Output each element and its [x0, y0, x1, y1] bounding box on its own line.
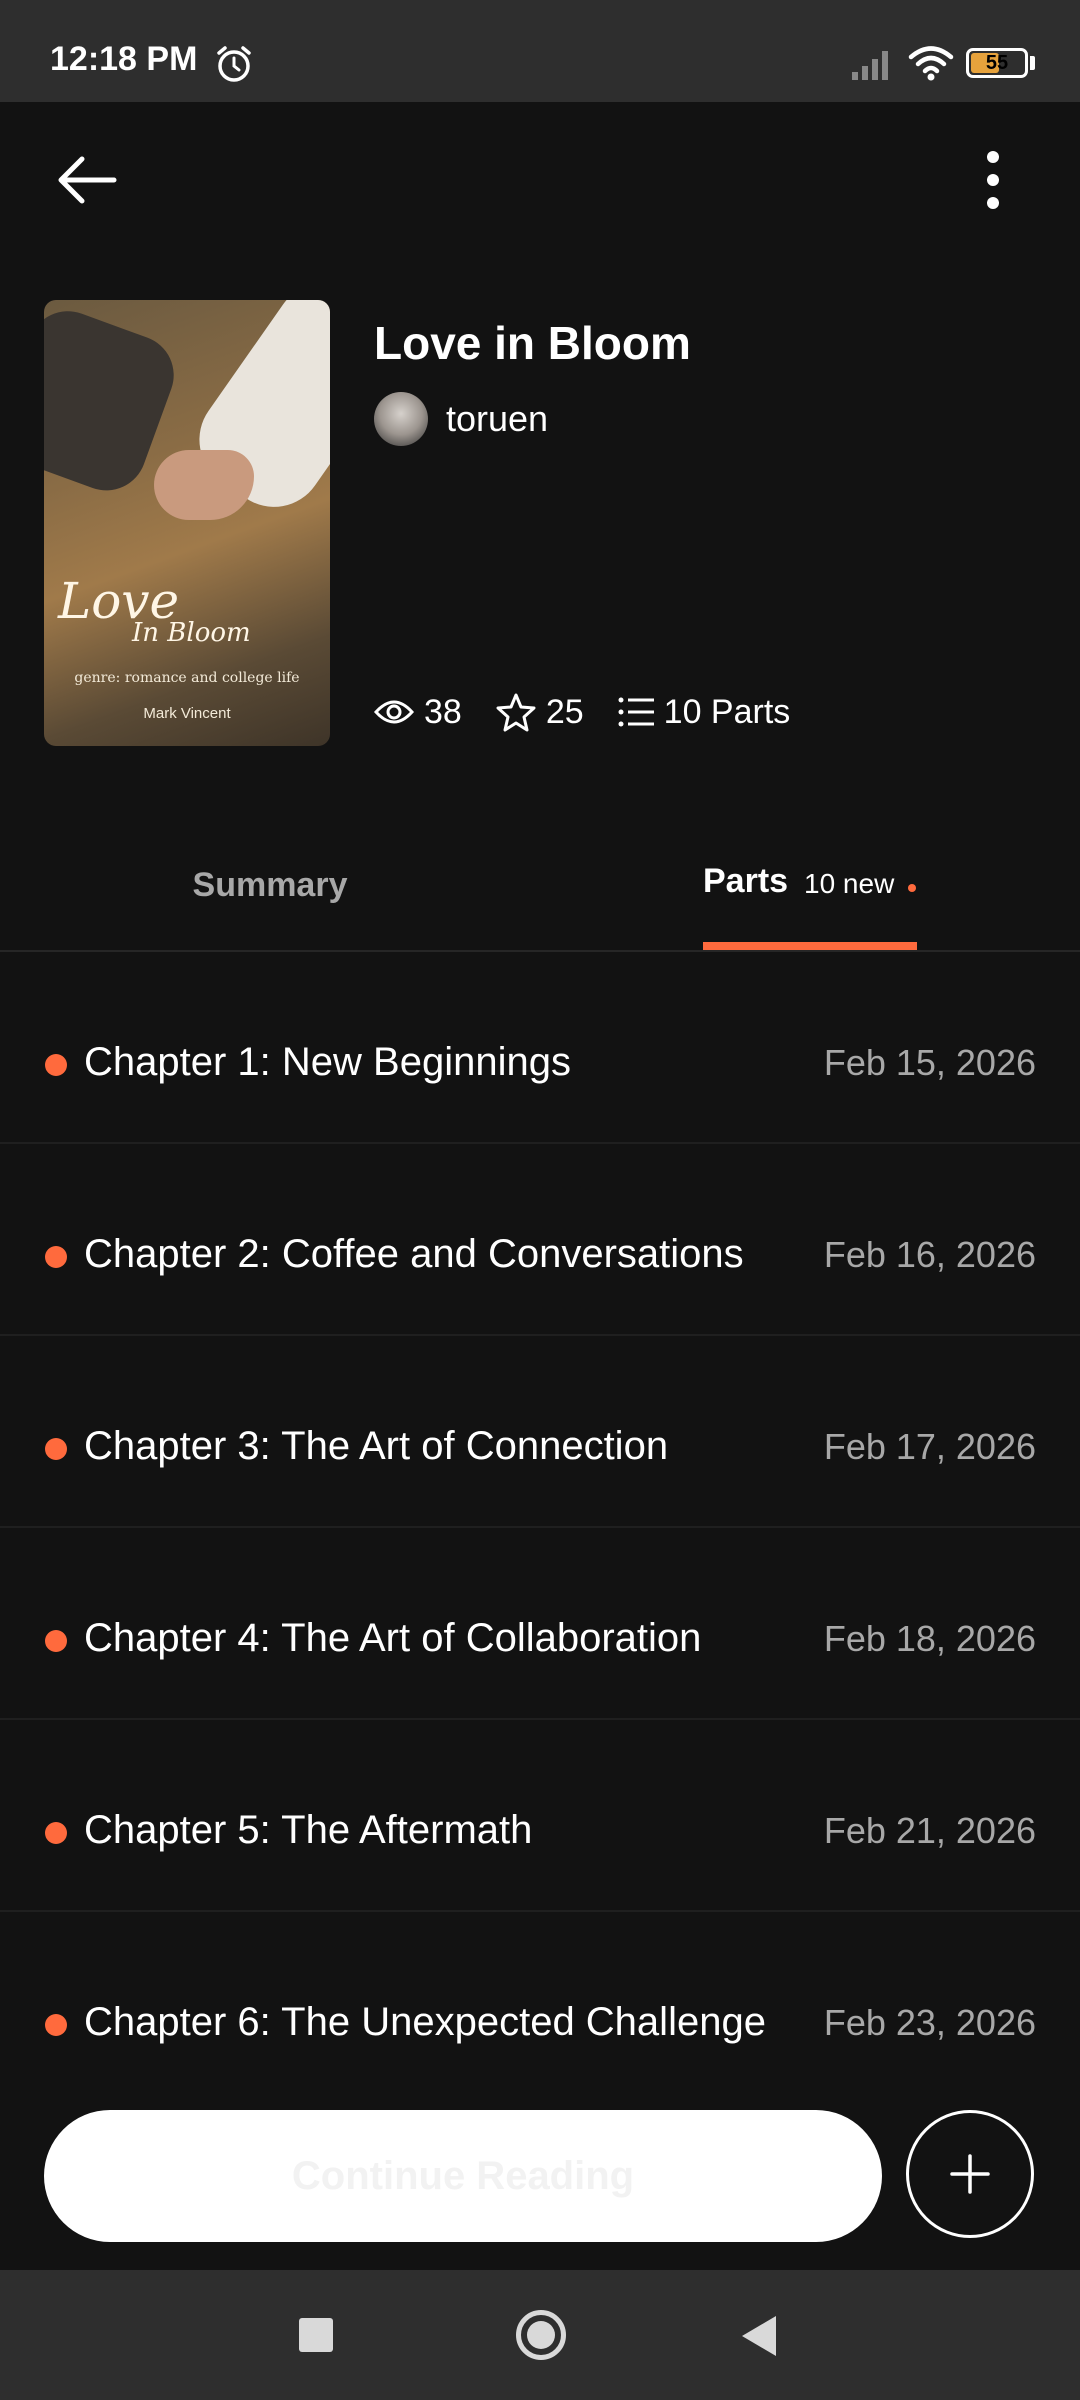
back-arrow-icon[interactable]	[52, 145, 122, 215]
part-title: Chapter 2: Coffee and Conversations	[84, 1232, 744, 1276]
add-to-library-button[interactable]	[906, 2110, 1034, 2238]
home-icon[interactable]	[516, 2310, 566, 2360]
battery-level: 55	[985, 52, 1009, 74]
new-indicator-dot	[45, 1630, 67, 1652]
part-title: Chapter 6: The Unexpected Challenge	[84, 2000, 766, 2044]
battery-tip	[1030, 56, 1035, 70]
part-date: Feb 18, 2026	[823, 1618, 1036, 1659]
list-item[interactable]: Chapter 5: The Aftermath Feb 21, 2026	[0, 1720, 1080, 1912]
part-title: Chapter 3: The Art of Connection	[84, 1424, 669, 1468]
tab-bar: Summary Parts 10 new	[0, 820, 1080, 952]
part-title: Chapter 4: The Art of Collaboration	[84, 1616, 702, 1660]
new-indicator-dot	[45, 1438, 67, 1460]
new-indicator-dot	[908, 884, 916, 892]
part-title: Chapter 5: The Aftermath	[84, 1808, 533, 1852]
part-date: Feb 17, 2026	[823, 1426, 1036, 1467]
story-stats: 38 25 10 Parts	[374, 690, 824, 734]
new-indicator-dot	[45, 2014, 67, 2036]
system-back-icon[interactable]	[742, 2316, 776, 2356]
part-title: Chapter 1: New Beginnings	[84, 1040, 571, 1084]
votes-stat: 25	[496, 692, 584, 732]
signal-icon	[852, 51, 888, 80]
new-parts-badge: 10 new	[804, 868, 895, 899]
views-count: 38	[424, 692, 462, 731]
tab-parts[interactable]: Parts	[703, 862, 788, 901]
views-stat: 38	[374, 693, 462, 732]
author-name[interactable]: toruen	[446, 398, 548, 440]
status-time: 12:18 PM	[50, 40, 198, 78]
new-indicator-dot	[45, 1246, 67, 1268]
star-icon	[496, 693, 536, 732]
cover-art-hands	[154, 450, 254, 520]
parts-stat: 10 Parts	[618, 692, 791, 732]
part-date: Feb 23, 2026	[823, 2002, 1036, 2043]
eye-icon	[374, 700, 414, 724]
new-indicator-dot	[45, 1822, 67, 1844]
part-date: Feb 16, 2026	[823, 1234, 1036, 1275]
votes-count: 25	[545, 692, 584, 731]
alarm-icon	[217, 46, 251, 82]
tab-summary[interactable]: Summary	[0, 820, 540, 950]
cover-genre: genre: romance and college life	[74, 670, 300, 686]
parts-list: Chapter 1: New Beginnings Feb 15, 2026 C…	[0, 952, 1080, 2104]
active-tab-indicator	[703, 942, 917, 950]
parts-count: 10 Parts	[663, 692, 791, 731]
list-item[interactable]: Chapter 4: The Art of Collaboration Feb …	[0, 1528, 1080, 1720]
wifi-icon	[908, 46, 954, 81]
cover-author: Mark Vincent	[143, 705, 231, 722]
continue-reading-button[interactable]: Continue Reading	[44, 2110, 882, 2242]
recent-apps-icon[interactable]	[299, 2318, 333, 2352]
list-item[interactable]: Chapter 2: Coffee and Conversations Feb …	[0, 1144, 1080, 1336]
list-icon	[618, 697, 654, 727]
list-item[interactable]: Chapter 3: The Art of Connection Feb 17,…	[0, 1336, 1080, 1528]
part-date: Feb 15, 2026	[823, 1042, 1036, 1083]
story-title: Love in Bloom	[374, 317, 691, 369]
more-options-icon[interactable]	[968, 145, 1018, 215]
part-date: Feb 21, 2026	[823, 1810, 1036, 1851]
author-avatar[interactable]	[374, 392, 428, 446]
list-item[interactable]: Chapter 1: New Beginnings Feb 15, 2026	[0, 952, 1080, 1144]
cover-subtitle: In Bloom	[132, 618, 251, 648]
new-indicator-dot	[45, 1054, 67, 1076]
book-cover[interactable]: Love In Bloom genre: romance and college…	[44, 300, 330, 746]
plus-icon	[950, 2154, 990, 2194]
battery-icon: 55	[966, 48, 1028, 78]
